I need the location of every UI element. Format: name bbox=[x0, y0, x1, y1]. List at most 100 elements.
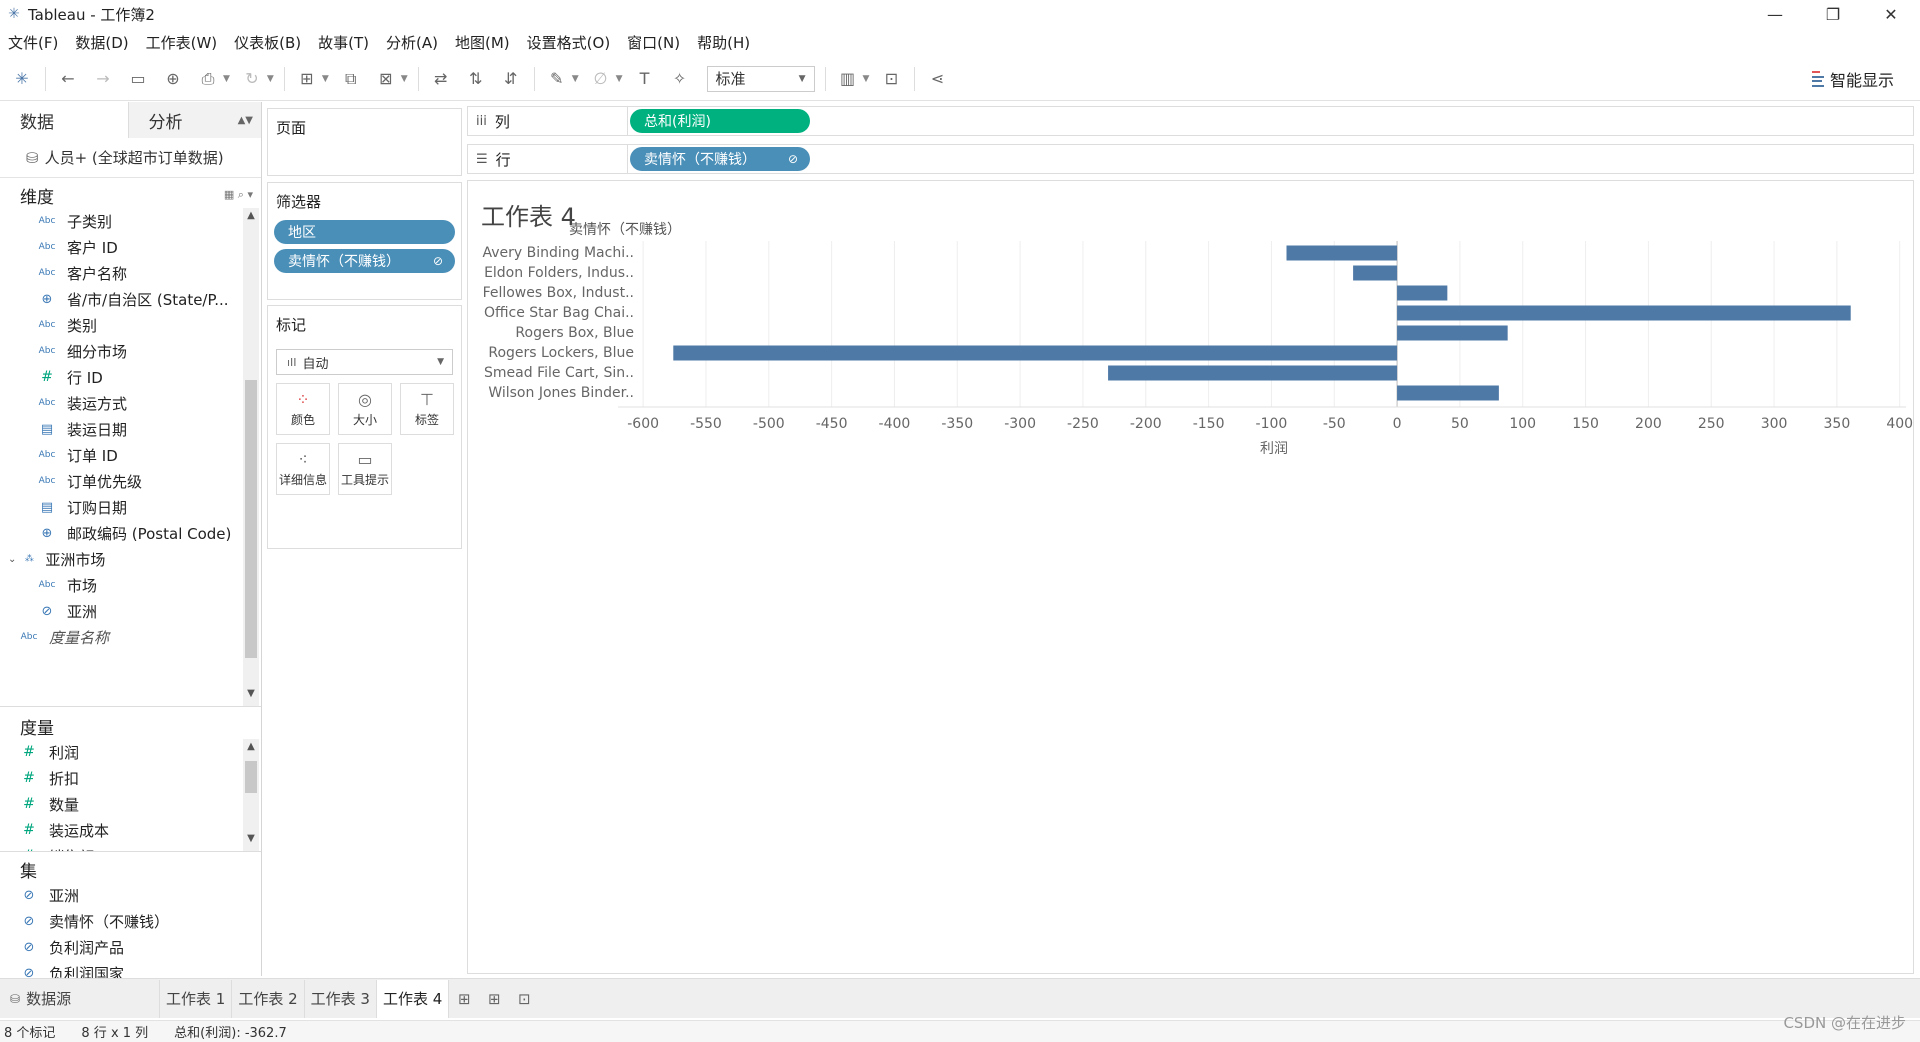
rows-pill-set[interactable]: 卖情怀（不赚钱） ⊘ bbox=[630, 147, 810, 171]
new-worksheet-icon[interactable]: ⊞ bbox=[449, 980, 479, 1018]
menu-data[interactable]: 数据(D) bbox=[75, 32, 128, 53]
show-cards-icon[interactable]: ▥ bbox=[835, 66, 861, 92]
field-item[interactable]: # 销售额 bbox=[18, 843, 261, 852]
chevron-down-icon[interactable]: ▼ bbox=[322, 74, 329, 84]
field-item[interactable]: ⊘ 亚洲 bbox=[18, 882, 261, 908]
tab-data[interactable]: 数据 bbox=[0, 102, 128, 138]
fit-dropdown[interactable]: 标准 ▼ bbox=[706, 65, 815, 92]
field-item[interactable]: # 数量 bbox=[18, 791, 261, 817]
chevron-down-icon[interactable]: ▼ bbox=[616, 74, 623, 84]
group-members-icon[interactable]: ∅ bbox=[588, 66, 614, 92]
pages-card[interactable]: 页面 bbox=[267, 108, 462, 176]
color-button[interactable]: ⁘ 颜色 bbox=[276, 383, 330, 435]
field-item[interactable]: Abc 订单优先级 bbox=[36, 468, 261, 494]
field-item[interactable]: Abc 市场 bbox=[0, 572, 261, 598]
chevron-down-icon[interactable]: ▼ bbox=[863, 74, 870, 84]
redo-icon[interactable]: → bbox=[90, 66, 116, 92]
field-item[interactable]: ⊘ 负利润产品 bbox=[18, 934, 261, 960]
field-item[interactable]: ⊘ 卖情怀（不赚钱） bbox=[18, 908, 261, 934]
field-item[interactable]: # 折扣 bbox=[18, 765, 261, 791]
field-item[interactable]: Abc 客户 ID bbox=[36, 234, 261, 260]
field-item[interactable]: Abc 订单 ID bbox=[36, 442, 261, 468]
close-button[interactable]: ✕ bbox=[1862, 0, 1920, 28]
filter-pill-set[interactable]: 卖情怀（不赚钱） ⊘ bbox=[274, 249, 455, 273]
menu-help[interactable]: 帮助(H) bbox=[697, 32, 750, 53]
field-item[interactable]: Abc 子类别 bbox=[36, 208, 261, 234]
new-dashboard-icon[interactable]: ⊞ bbox=[479, 980, 509, 1018]
field-item[interactable]: ▤ 订购日期 bbox=[36, 494, 261, 520]
undo-icon[interactable]: ← bbox=[55, 66, 81, 92]
field-item[interactable]: ⊘ 亚洲 bbox=[0, 598, 261, 624]
chevron-down-icon[interactable]: ▼ bbox=[223, 74, 230, 84]
duplicate-sheet-icon[interactable]: ⧉ bbox=[338, 66, 364, 92]
smart-show-button[interactable]: 智能显示 bbox=[1811, 67, 1894, 91]
field-item[interactable]: Abc 客户名称 bbox=[36, 260, 261, 286]
fix-axes-icon[interactable]: ✧ bbox=[667, 66, 693, 92]
field-item[interactable]: # 装运成本 bbox=[18, 817, 261, 843]
bar[interactable] bbox=[673, 345, 1398, 361]
label-button[interactable]: ⊤ 标签 bbox=[400, 383, 454, 435]
measures-scrollbar[interactable]: ▲ ▼ bbox=[243, 739, 259, 851]
menu-dashboard[interactable]: 仪表板(B) bbox=[234, 32, 301, 53]
menu-analysis[interactable]: 分析(A) bbox=[386, 32, 438, 53]
menu-window[interactable]: 窗口(N) bbox=[627, 32, 680, 53]
tab-analysis[interactable]: 分析 ▲▼ bbox=[127, 102, 261, 138]
scroll-thumb[interactable] bbox=[245, 380, 257, 658]
tab-sheet-4[interactable]: 工作表 4 bbox=[376, 979, 450, 1018]
field-item[interactable]: # 行 ID bbox=[36, 364, 261, 390]
chevron-down-icon[interactable]: ▼ bbox=[401, 74, 408, 84]
field-item[interactable]: # 利润 bbox=[18, 739, 261, 765]
columns-shelf[interactable]: iii 列 总和(利润) bbox=[467, 106, 1914, 136]
dimensions-scrollbar[interactable]: ▲ ▼ bbox=[243, 208, 259, 706]
bar[interactable] bbox=[1286, 245, 1398, 261]
field-item[interactable]: Abc 装运方式 bbox=[36, 390, 261, 416]
bar[interactable] bbox=[1397, 305, 1851, 321]
detail-button[interactable]: ⁖ 详细信息 bbox=[276, 443, 330, 495]
bar[interactable] bbox=[1397, 325, 1508, 341]
field-item[interactable]: Abc 类别 bbox=[36, 312, 261, 338]
tab-sheet-3[interactable]: 工作表 3 bbox=[305, 979, 377, 1018]
filters-card[interactable]: 筛选器 地区 卖情怀（不赚钱） ⊘ bbox=[267, 182, 462, 300]
swap-rows-columns-icon[interactable]: ⇄ bbox=[428, 66, 454, 92]
scroll-thumb[interactable] bbox=[245, 761, 257, 793]
menu-format[interactable]: 设置格式(O) bbox=[527, 32, 611, 53]
tab-datasource[interactable]: ⛁ 数据源 bbox=[0, 979, 160, 1018]
bar[interactable] bbox=[1353, 265, 1398, 281]
field-item[interactable]: ⊕ 省/市/自治区 (State/P... bbox=[36, 286, 261, 312]
minimize-button[interactable]: — bbox=[1746, 0, 1804, 28]
scroll-up-icon[interactable]: ▲ bbox=[243, 741, 259, 757]
sort-ascending-icon[interactable]: ⇅ bbox=[463, 66, 489, 92]
show-labels-icon[interactable]: T bbox=[632, 66, 658, 92]
tab-sheet-2[interactable]: 工作表 2 bbox=[232, 979, 305, 1018]
clear-sheet-icon[interactable]: ⊠ bbox=[373, 66, 399, 92]
new-datasource-icon[interactable]: ⊕ bbox=[160, 66, 186, 92]
restore-button[interactable]: ❐ bbox=[1804, 0, 1862, 28]
menu-worksheet[interactable]: 工作表(W) bbox=[146, 32, 218, 53]
bar-chart[interactable]: 卖情怀（不赚钱） Avery Binding Machi.. Eldon Folde… bbox=[468, 181, 1913, 973]
columns-pill-profit[interactable]: 总和(利润) bbox=[630, 109, 810, 133]
tableau-home-icon[interactable]: ✳ bbox=[9, 66, 35, 92]
filter-pill-region[interactable]: 地区 bbox=[274, 220, 455, 244]
field-item[interactable]: ⊕ 邮政编码 (Postal Code) bbox=[36, 520, 261, 546]
tooltip-button[interactable]: ▭ 工具提示 bbox=[338, 443, 392, 495]
bar[interactable] bbox=[1397, 385, 1499, 401]
bar[interactable] bbox=[1108, 365, 1398, 381]
chevron-down-icon[interactable]: ▼ bbox=[572, 74, 579, 84]
menu-story[interactable]: 故事(T) bbox=[318, 32, 369, 53]
view-search-icon[interactable]: ▦ ⌕ ▾ bbox=[224, 188, 253, 202]
sort-descending-icon[interactable]: ⇵ bbox=[498, 66, 524, 92]
scroll-down-icon[interactable]: ▼ bbox=[243, 688, 259, 704]
hierarchy-item[interactable]: ⌄ ⁂ 亚洲市场 bbox=[8, 546, 261, 572]
new-worksheet-icon[interactable]: ⊞ bbox=[294, 66, 320, 92]
rows-shelf[interactable]: ☰ 行 卖情怀（不赚钱） ⊘ bbox=[467, 144, 1914, 174]
share-icon[interactable]: ⋖ bbox=[924, 66, 950, 92]
chevron-down-icon[interactable]: ▼ bbox=[267, 74, 274, 84]
scroll-up-icon[interactable]: ▲ bbox=[243, 210, 259, 226]
new-story-icon[interactable]: ⊡ bbox=[509, 980, 539, 1018]
highlight-icon[interactable]: ✎ bbox=[544, 66, 570, 92]
tab-sheet-1[interactable]: 工作表 1 bbox=[160, 979, 233, 1018]
menu-map[interactable]: 地图(M) bbox=[455, 32, 510, 53]
save-icon[interactable]: ▭ bbox=[125, 66, 151, 92]
size-button[interactable]: ◎ 大小 bbox=[338, 383, 392, 435]
mark-type-dropdown[interactable]: ıII 自动 ▼ bbox=[276, 349, 453, 375]
